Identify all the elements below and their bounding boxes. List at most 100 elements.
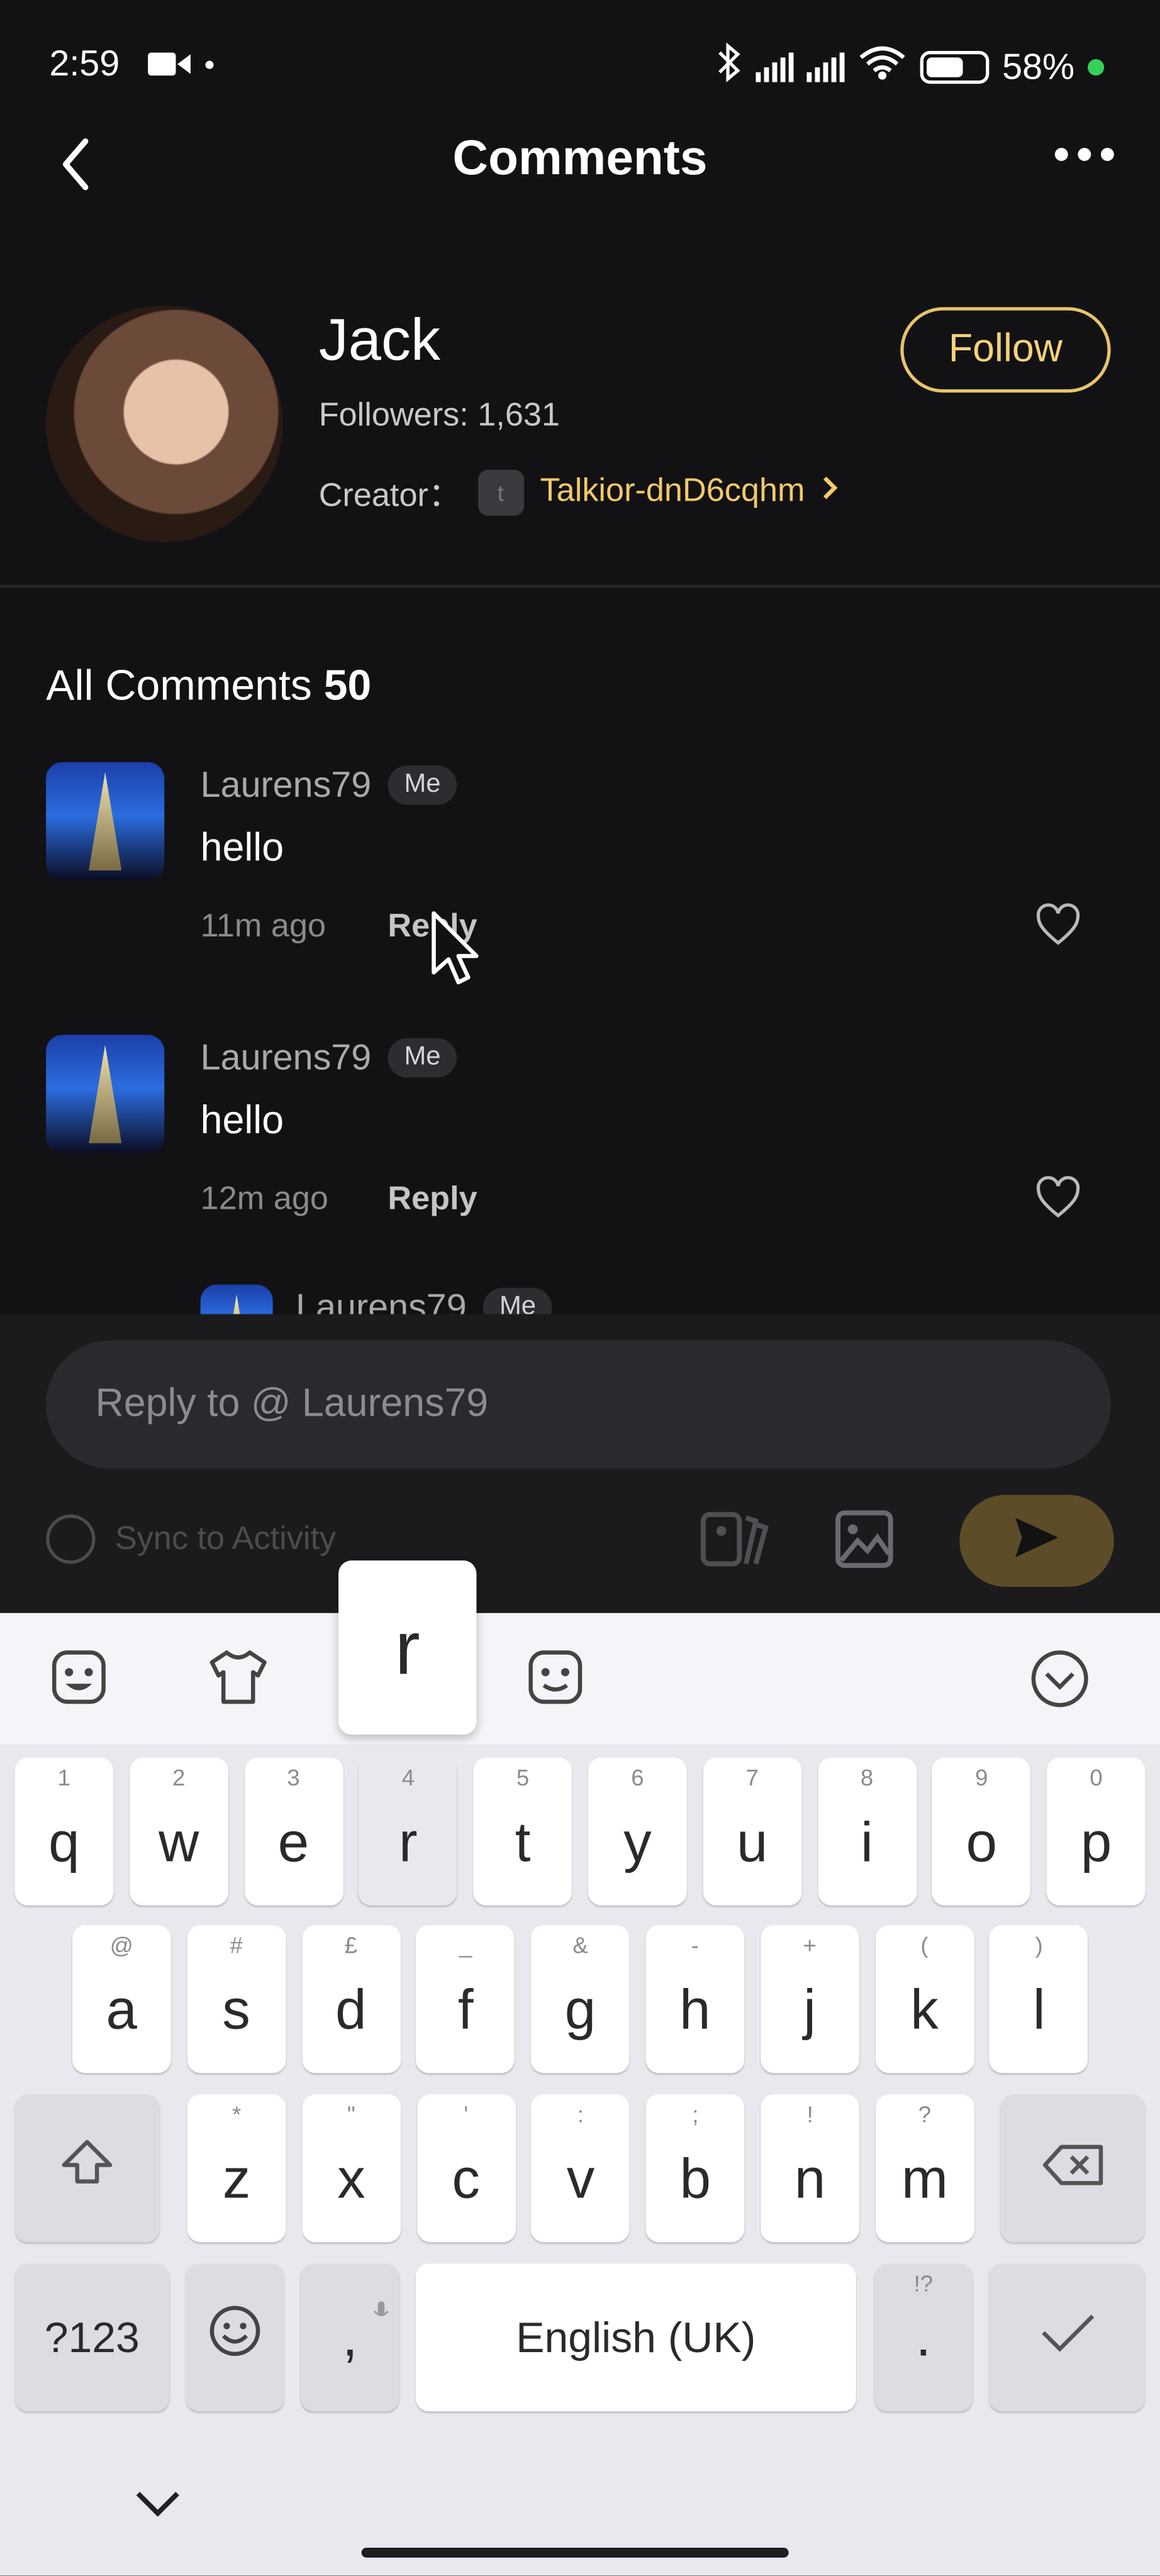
key-q[interactable]: 1q: [14, 1757, 114, 1906]
key-hint: *: [231, 2101, 242, 2128]
sync-to-activity[interactable]: Sync to Activity: [46, 1514, 337, 1564]
home-indicator[interactable]: [361, 2548, 789, 2558]
key-label: t: [515, 1811, 531, 1874]
hide-keyboard-chevron-icon[interactable]: [131, 2484, 184, 2523]
key-hint: £: [344, 1931, 358, 1958]
key-p[interactable]: 0p: [1047, 1757, 1146, 1906]
comment-avatar[interactable]: [46, 1035, 165, 1153]
theme-shirt-icon[interactable]: [207, 1648, 269, 1707]
key-label: s: [222, 1979, 250, 2041]
space-key[interactable]: English (UK): [415, 2263, 856, 2412]
creator-link[interactable]: Talkior-dnD6cqhm: [540, 473, 805, 511]
comment-username[interactable]: Laurens79: [201, 764, 372, 807]
key-label: o: [966, 1811, 998, 1874]
collapse-keyboard-icon[interactable]: [1029, 1648, 1091, 1710]
key-i[interactable]: 8i: [817, 1757, 917, 1906]
key-c[interactable]: ' c: [416, 2094, 516, 2243]
like-heart-icon[interactable]: [1035, 1175, 1081, 1219]
key-z[interactable]: * z: [187, 2094, 286, 2243]
card-gallery-icon[interactable]: [700, 1508, 769, 1570]
creator-row: Creator： t Talkior-dnD6cqhm: [319, 468, 838, 516]
key-l[interactable]: ) l: [990, 1925, 1089, 2074]
key-hint: :: [577, 2101, 584, 2128]
follow-button[interactable]: Follow: [900, 307, 1111, 393]
followers-count: Followers: 1,631: [318, 397, 560, 434]
status-icons: 58%: [717, 42, 1105, 92]
backspace-key[interactable]: [1000, 2094, 1146, 2243]
key-b[interactable]: ; b: [645, 2094, 745, 2243]
key-hint: +: [803, 1931, 817, 1958]
sync-radio[interactable]: [46, 1514, 96, 1564]
key-o[interactable]: 9o: [932, 1757, 1031, 1906]
signal-icon-2: [806, 52, 845, 82]
key-e[interactable]: 3e: [244, 1757, 343, 1906]
key-a[interactable]: @ a: [72, 1925, 171, 2074]
key-hint: &: [572, 1931, 588, 1958]
key-y[interactable]: 6y: [588, 1757, 687, 1906]
key-hint: 1: [57, 1764, 71, 1790]
key-u[interactable]: 7u: [703, 1757, 802, 1906]
comment-text: hello: [200, 826, 284, 871]
key-label: c: [452, 2148, 480, 2211]
key-hint: ;: [692, 2101, 699, 2128]
key-label: i: [861, 1811, 873, 1874]
chevron-right-icon[interactable]: [822, 473, 838, 511]
key-g[interactable]: & g: [531, 1925, 630, 2074]
comma-key[interactable]: ,: [300, 2263, 399, 2412]
mouse-pointer-icon: [430, 910, 479, 989]
key-label: y: [623, 1811, 652, 1874]
key-f[interactable]: _ f: [416, 1925, 515, 2074]
key-hint: !: [806, 2101, 813, 2128]
smiley-icon: [207, 2302, 263, 2373]
sync-label: Sync to Activity: [114, 1520, 337, 1557]
send-button[interactable]: [959, 1494, 1114, 1587]
sticker-icon[interactable]: [49, 1648, 108, 1707]
key-d[interactable]: £ d: [301, 1925, 401, 2074]
enter-key[interactable]: [989, 2263, 1146, 2412]
key-s[interactable]: # s: [187, 1925, 286, 2074]
emoji-key[interactable]: [186, 2263, 284, 2412]
space-label: English (UK): [516, 2312, 756, 2362]
page-title: Comments: [452, 131, 708, 186]
comment-text: hello: [200, 1099, 284, 1143]
key-t[interactable]: 5t: [473, 1757, 572, 1906]
key-hint: 2: [172, 1764, 186, 1790]
creator-label: Creator：: [318, 478, 462, 514]
key-x[interactable]: " x: [302, 2094, 401, 2243]
key-hint: 6: [631, 1764, 644, 1790]
symbols-key[interactable]: ?123: [14, 2263, 170, 2412]
shift-key[interactable]: [14, 2094, 160, 2243]
more-options-icon[interactable]: [1054, 148, 1114, 161]
key-hint: @: [109, 1931, 133, 1958]
period-hint: !?: [913, 2270, 934, 2297]
comment-time: 11m ago: [200, 908, 326, 945]
comment-username[interactable]: Laurens79: [201, 1036, 372, 1079]
key-v[interactable]: :v: [531, 2094, 630, 2243]
reply-button[interactable]: Reply: [388, 1181, 477, 1219]
key-w[interactable]: 2w: [129, 1757, 228, 1906]
profile-avatar[interactable]: [46, 305, 283, 542]
key-h[interactable]: -h: [645, 1925, 745, 2074]
comment-avatar[interactable]: [46, 762, 165, 880]
reply-input[interactable]: Reply to @ Laurens79: [46, 1340, 1111, 1469]
key-label: x: [337, 2148, 365, 2211]
period-key[interactable]: !? .: [874, 2263, 973, 2412]
key-label: d: [335, 1979, 367, 2041]
me-badge: Me: [388, 1038, 457, 1078]
shift-icon: [61, 2136, 114, 2201]
image-icon[interactable]: [835, 1508, 894, 1570]
comma-label: ,: [342, 2305, 358, 2368]
key-hint: _: [459, 1931, 472, 1958]
key-n[interactable]: ! n: [761, 2094, 860, 2243]
key-j[interactable]: + j: [760, 1925, 859, 2074]
key-label: m: [901, 2148, 948, 2211]
checkmark-icon: [1037, 2306, 1096, 2370]
like-heart-icon[interactable]: [1035, 903, 1081, 947]
key-hint: (: [920, 1931, 929, 1958]
emoji-face-icon[interactable]: [526, 1648, 585, 1707]
key-label: l: [1032, 1979, 1046, 2041]
key-r[interactable]: 4r: [359, 1757, 458, 1906]
key-m[interactable]: ? m: [875, 2094, 974, 2243]
backspace-icon: [1042, 2136, 1104, 2201]
key-k[interactable]: (k: [875, 1925, 974, 2074]
